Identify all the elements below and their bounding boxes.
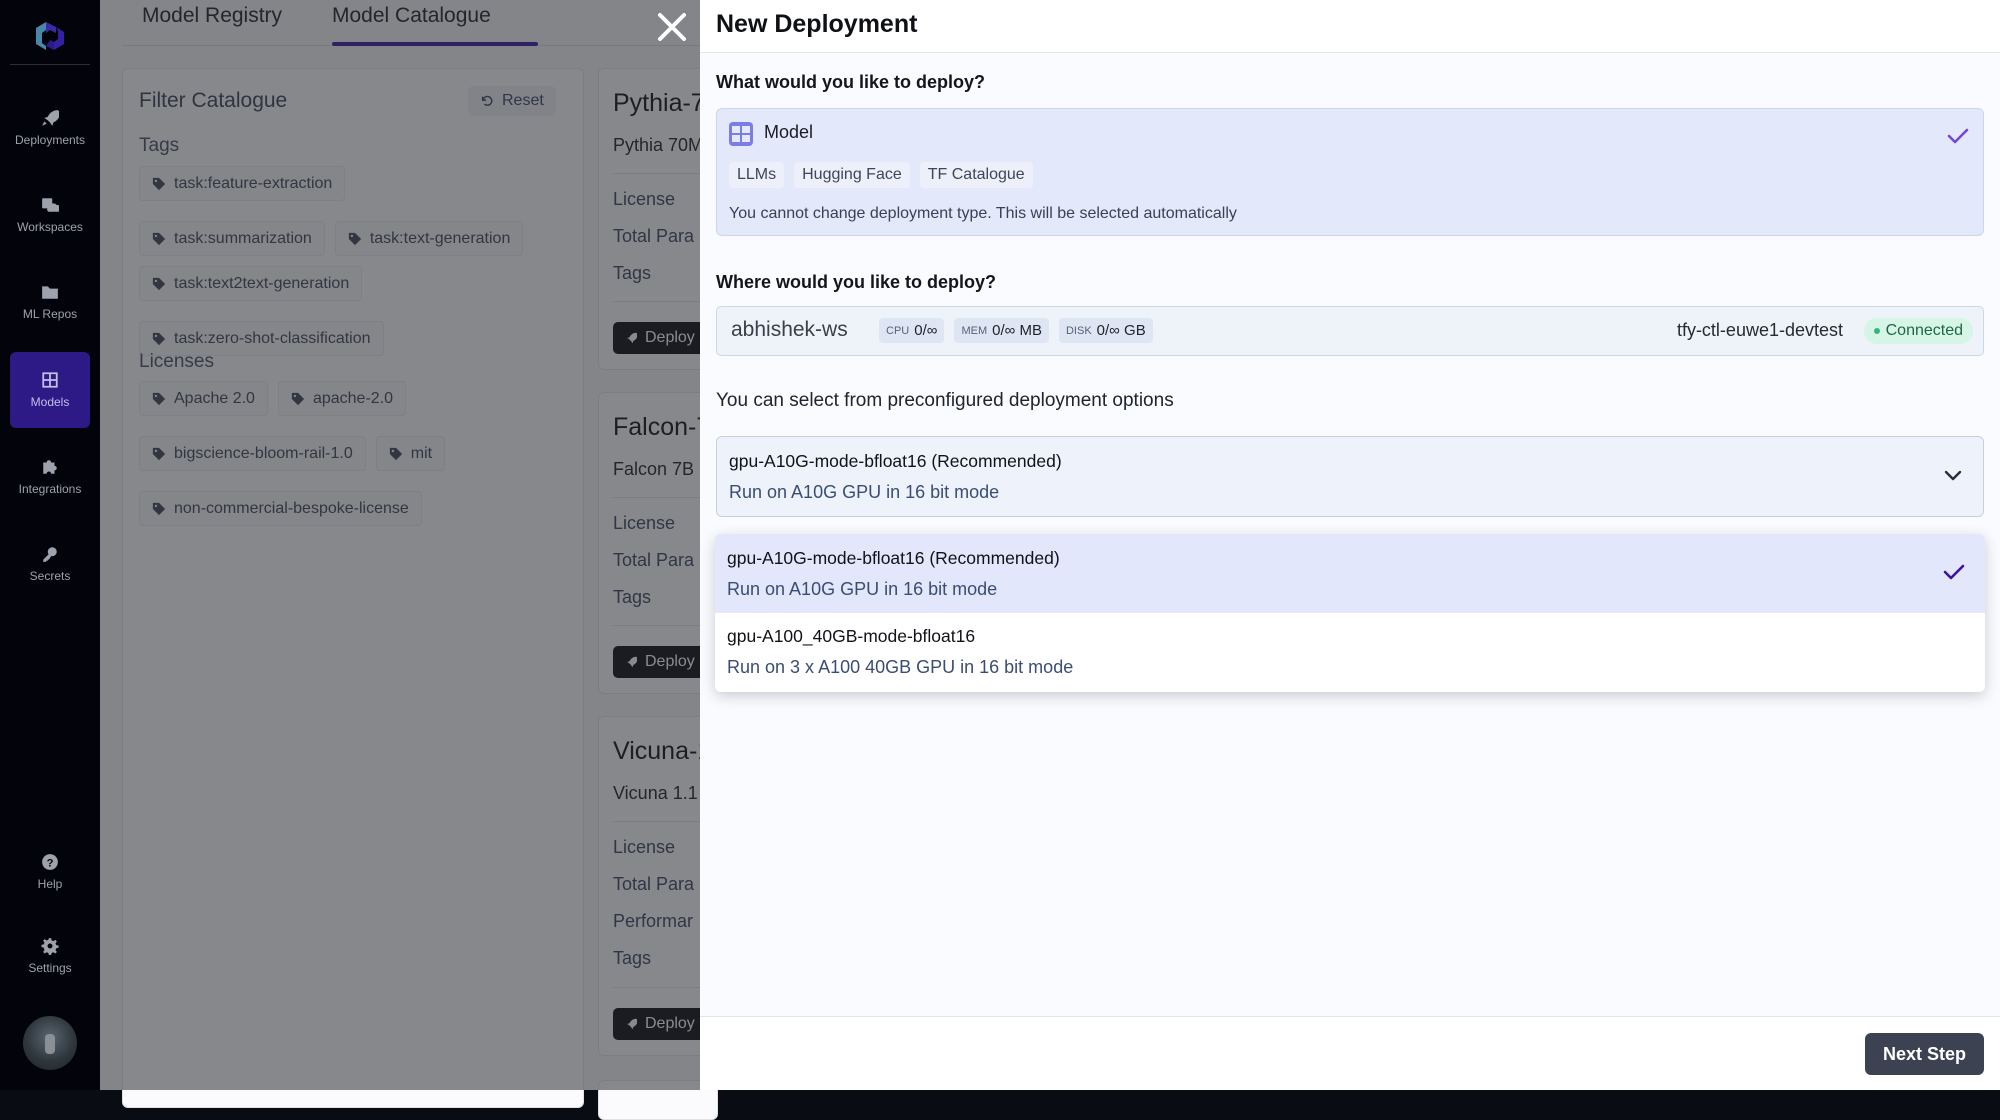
help-icon: ? xyxy=(42,854,58,870)
sidebar-item-label: Deployments xyxy=(14,133,86,147)
gear-icon xyxy=(41,938,59,955)
drawer-title: New Deployment xyxy=(716,10,918,38)
grid-icon xyxy=(42,372,58,388)
divider xyxy=(10,64,90,65)
sidebar-item-help[interactable]: ? Help xyxy=(10,834,90,910)
sidebar-item-workspaces[interactable]: Workspaces xyxy=(10,177,90,253)
option-item[interactable]: gpu-A10G-mode-bfloat16 (Recommended) Run… xyxy=(715,534,1985,613)
type-chip: LLMs xyxy=(729,162,785,188)
deployment-type-name: Model xyxy=(764,122,814,142)
avatar[interactable] xyxy=(23,1016,77,1070)
cpu-stat: CPU 0/∞ xyxy=(879,318,945,343)
next-step-button[interactable]: Next Step xyxy=(1865,1033,1984,1075)
sidebar-item-models[interactable]: Models xyxy=(10,352,90,428)
deployment-options-menu: gpu-A10G-mode-bfloat16 (Recommended) Run… xyxy=(715,534,1985,692)
logo-icon xyxy=(36,22,64,50)
workspace-name: abhishek-ws xyxy=(731,318,848,341)
close-icon[interactable] xyxy=(654,9,690,45)
option-item[interactable]: gpu-A100_40GB-mode-bfloat16 Run on 3 x A… xyxy=(715,613,1985,692)
check-icon xyxy=(1943,564,1965,580)
model-grid-icon xyxy=(729,122,753,146)
sidebar-item-deployments[interactable]: Deployments xyxy=(10,90,90,166)
workspace-icon xyxy=(42,198,59,212)
sidebar-item-label: Models xyxy=(30,395,70,409)
key-icon xyxy=(43,547,57,562)
option-desc: Run on 3 x A100 40GB GPU in 16 bit mode xyxy=(727,657,1074,677)
status-badge: Connected xyxy=(1863,318,1973,344)
selected-option-desc: Run on A10G GPU in 16 bit mode xyxy=(729,482,1000,502)
sidebar-item-label: Integrations xyxy=(18,482,82,496)
sidebar-item-label: Help xyxy=(37,877,63,891)
drawer-footer: Next Step xyxy=(700,1016,2000,1090)
preconfigured-options-label: You can select from preconfigured deploy… xyxy=(716,390,1174,411)
modal-backdrop[interactable] xyxy=(100,0,700,1090)
drawer-header: New Deployment xyxy=(700,0,2000,53)
deployment-type-note: You cannot change deployment type. This … xyxy=(729,205,1237,222)
what-to-deploy-label: What would you like to deploy? xyxy=(716,72,985,92)
deployment-type-card: Model LLMs Hugging Face TF Catalogue You… xyxy=(716,108,1984,236)
cluster-name: tfy-ctl-euwe1-devtest xyxy=(1676,320,1843,340)
type-chip: TF Catalogue xyxy=(919,162,1033,188)
workspace-stats: CPU 0/∞ MEM 0/∞ MB DISK 0/∞ GB xyxy=(879,318,1153,343)
mem-stat: MEM 0/∞ MB xyxy=(954,318,1049,343)
folder-icon xyxy=(42,286,58,299)
sidebar-item-integrations[interactable]: Integrations xyxy=(10,439,90,515)
workspace-selector[interactable]: abhishek-ws CPU 0/∞ MEM 0/∞ MB DISK 0/∞ GB … xyxy=(716,306,1984,356)
chevron-down-icon xyxy=(1944,470,1962,481)
selected-option-title: gpu-A10G-mode-bfloat16 (Recommended) xyxy=(729,451,1062,471)
sidebar-item-settings[interactable]: Settings xyxy=(10,918,90,994)
where-to-deploy-label: Where would you like to deploy? xyxy=(716,272,997,292)
puzzle-icon xyxy=(43,460,57,474)
option-title: gpu-A100_40GB-mode-bfloat16 xyxy=(727,626,976,646)
sidebar-item-label: Settings xyxy=(28,961,72,975)
option-title: gpu-A10G-mode-bfloat16 (Recommended) xyxy=(727,548,1060,568)
rocket-icon xyxy=(42,110,59,126)
sidebar-item-label: ML Repos xyxy=(22,307,78,321)
new-deployment-drawer: New Deployment What would you like to de… xyxy=(700,0,2000,1090)
deployment-type-chips: LLMs Hugging Face TF Catalogue xyxy=(729,162,1033,188)
status-dot-icon xyxy=(1873,328,1880,334)
sidebar-item-label: Workspaces xyxy=(17,220,83,234)
sidebar-item-secrets[interactable]: Secrets xyxy=(10,526,90,602)
sidebar-item-label: Secrets xyxy=(29,569,71,583)
sidebar-item-ml-repos[interactable]: ML Repos xyxy=(10,264,90,340)
svg-text:?: ? xyxy=(47,858,54,870)
sidebar: Deployments Workspaces ML Repos Models I… xyxy=(0,0,100,1090)
deployment-option-select[interactable]: gpu-A10G-mode-bfloat16 (Recommended) Run… xyxy=(716,436,1984,517)
type-chip: Hugging Face xyxy=(794,162,910,188)
check-icon xyxy=(1947,128,1969,144)
option-desc: Run on A10G GPU in 16 bit mode xyxy=(727,579,998,599)
disk-stat: DISK 0/∞ GB xyxy=(1058,318,1153,343)
